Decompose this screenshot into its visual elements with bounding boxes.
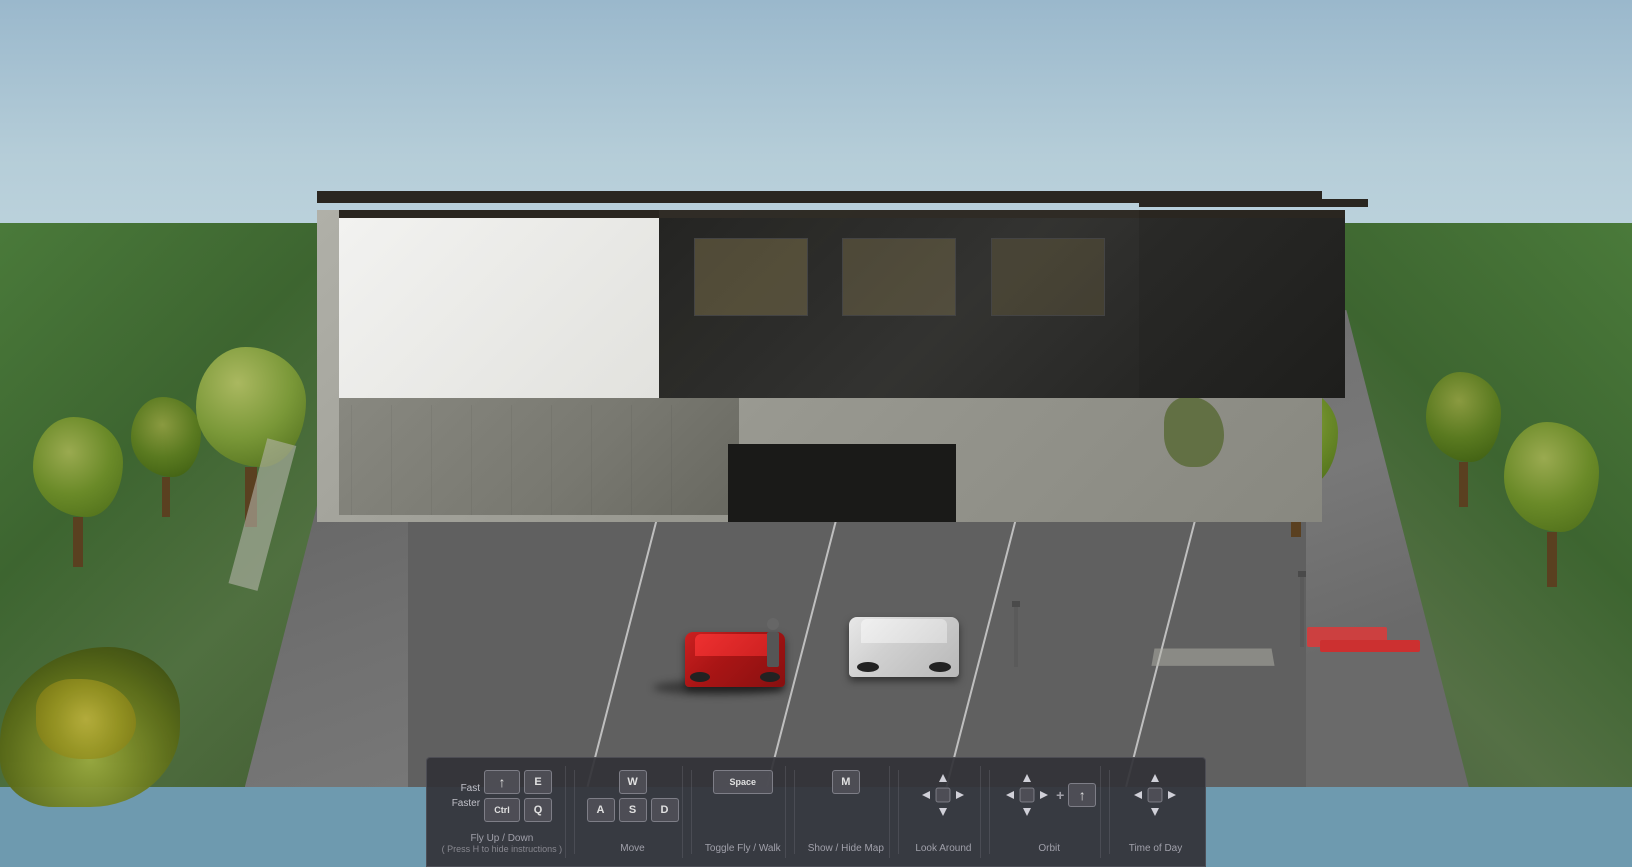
m-key[interactable]: M xyxy=(832,770,860,794)
s-key[interactable]: S xyxy=(619,798,647,822)
hud-orbit-keys: + ↑ xyxy=(1002,770,1096,839)
fly-walk-label: Toggle Fly / Walk xyxy=(705,843,781,854)
hud-look-section: Look Around xyxy=(906,766,981,858)
a-key[interactable]: A xyxy=(587,798,615,822)
space-key[interactable]: Space xyxy=(713,770,773,794)
hud-look-keys xyxy=(918,770,968,839)
divider-4 xyxy=(898,770,899,854)
hud-panel: Fast Faster ↑ Ctrl E Q Fly Up / Down ( P… xyxy=(426,757,1206,867)
hud-map-section: M Show / Hide Map xyxy=(803,766,889,858)
look-label: Look Around xyxy=(915,843,971,854)
fly-label: Fly Up / Down xyxy=(470,833,533,844)
orbit-icon xyxy=(1002,770,1052,820)
hud-fly-walk-keys: Space xyxy=(713,770,773,839)
w-key[interactable]: W xyxy=(619,770,647,794)
divider-2 xyxy=(691,770,692,854)
hud-move-section: W A S D Move xyxy=(583,766,684,858)
faster-label: Faster xyxy=(452,798,480,809)
3d-viewport[interactable]: Fast Faster ↑ Ctrl E Q Fly Up / Down ( P… xyxy=(0,0,1632,867)
tree-bg-right xyxy=(1164,397,1224,467)
hud-fly-keys: Fast Faster ↑ Ctrl E Q xyxy=(452,770,552,829)
d-key[interactable]: D xyxy=(651,798,679,822)
orbit-label: Orbit xyxy=(1038,843,1060,854)
hud-fly-walk-section: Space Toggle Fly / Walk xyxy=(700,766,786,858)
divider-1 xyxy=(574,770,575,854)
hud-move-keys: W A S D xyxy=(587,770,679,839)
ctrl-key[interactable]: Ctrl xyxy=(484,798,520,822)
orbit-up-key[interactable]: ↑ xyxy=(1068,783,1096,807)
outdoor-table xyxy=(1320,640,1420,652)
look-around-icon xyxy=(918,770,968,820)
map-label: Show / Hide Map xyxy=(808,843,884,854)
tree-left-2 xyxy=(131,397,201,517)
hud-orbit-section: + ↑ Orbit xyxy=(998,766,1101,858)
tree-left-1 xyxy=(33,417,123,567)
divider-3 xyxy=(794,770,795,854)
light-pole-2 xyxy=(1298,571,1306,647)
hud-map-keys: M xyxy=(832,770,860,839)
car-white xyxy=(849,617,959,677)
hud-fly-section: Fast Faster ↑ Ctrl E Q Fly Up / Down ( P… xyxy=(439,766,566,858)
divider-6 xyxy=(1109,770,1110,854)
light-pole-1 xyxy=(1012,601,1020,667)
hide-instruction: ( Press H to hide instructions ) xyxy=(442,844,563,854)
fast-label: Fast xyxy=(461,783,480,794)
move-label: Move xyxy=(620,843,644,854)
person-figure xyxy=(767,632,779,667)
divider-5 xyxy=(989,770,990,854)
time-of-day-icon xyxy=(1130,770,1180,820)
tree-right-1 xyxy=(1504,422,1599,587)
pathway-right xyxy=(1151,649,1274,666)
time-label: Time of Day xyxy=(1129,843,1183,854)
orbit-plus: + xyxy=(1056,787,1064,803)
q-key[interactable]: Q xyxy=(524,798,552,822)
tree-right-2 xyxy=(1426,372,1501,507)
arrow-up-key[interactable]: ↑ xyxy=(484,770,520,794)
e-key[interactable]: E xyxy=(524,770,552,794)
hud-time-keys xyxy=(1130,770,1180,839)
hud-time-section: Time of Day xyxy=(1118,766,1193,858)
